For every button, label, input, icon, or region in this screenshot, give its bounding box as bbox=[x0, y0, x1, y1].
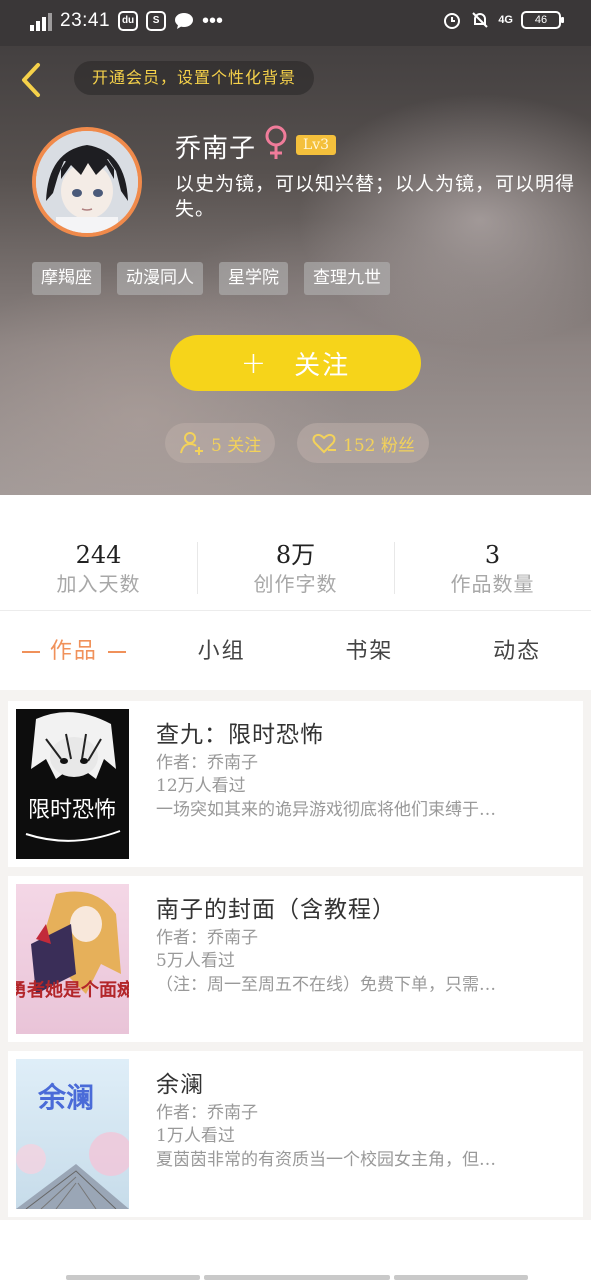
battery-icon: 46 bbox=[521, 11, 564, 29]
profile-header: 23:41 du S ••• 4G 46 开通会员，设置个性化背景 乔南子 Lv… bbox=[0, 0, 591, 495]
plus-icon: + bbox=[240, 345, 269, 381]
stat-value: 244 bbox=[75, 541, 122, 569]
cover-title: 余澜 bbox=[37, 1081, 94, 1114]
profile-tabs: 作品 小组 书架 动态 bbox=[0, 620, 591, 684]
follow-button[interactable]: + 关注 bbox=[170, 335, 421, 391]
work-card[interactable]: 余澜 余澜 作者：乔南子 1万人看过 夏茵茵非常的有资质当一个校园女主角，但… bbox=[8, 1051, 583, 1217]
work-views: 1万人看过 bbox=[156, 1126, 235, 1146]
tag-item[interactable]: 查理九世 bbox=[304, 262, 390, 295]
tab-activity[interactable]: 动态 bbox=[443, 620, 591, 684]
vip-background-banner[interactable]: 开通会员，设置个性化背景 bbox=[74, 61, 315, 95]
works-list: 限时恐怖 查九：限时恐怖 作者：乔南子 12万人看过 一场突如其来的诡异游戏彻底… bbox=[0, 690, 591, 1220]
work-views: 12万人看过 bbox=[156, 776, 246, 796]
mute-bell-icon bbox=[472, 12, 489, 28]
tab-label: 小组 bbox=[197, 639, 246, 664]
tab-works[interactable]: 作品 bbox=[0, 620, 148, 684]
tab-label: 动态 bbox=[493, 639, 542, 664]
level-badge: Lv3 bbox=[296, 135, 336, 155]
username: 乔南子 bbox=[175, 134, 257, 164]
work-card[interactable]: 勇者她是个面瘫 南子的封面（含教程） 作者：乔南子 5万人看过 （注：周一至周五… bbox=[8, 876, 583, 1042]
avatar[interactable] bbox=[32, 127, 142, 237]
alarm-icon bbox=[444, 13, 461, 29]
stat-label: 创作字数 bbox=[253, 572, 338, 596]
tag-item[interactable]: 动漫同人 bbox=[117, 262, 203, 295]
work-description: （注：周一至周五不在线）免费下单，只需… bbox=[156, 975, 496, 995]
more-dots-icon: ••• bbox=[202, 10, 224, 32]
work-views: 5万人看过 bbox=[156, 951, 235, 971]
fans-count: 152 粉丝 bbox=[343, 435, 415, 456]
work-card[interactable]: 限时恐怖 查九：限时恐怖 作者：乔南子 12万人看过 一场突如其来的诡异游戏彻底… bbox=[8, 701, 583, 867]
book-cover: 勇者她是个面瘫 bbox=[16, 884, 129, 1034]
following-count: 5 关注 bbox=[211, 435, 262, 456]
heart-plus-icon bbox=[312, 433, 336, 454]
divider bbox=[0, 610, 591, 611]
profile-stats: 244 加入天数 8万 创作字数 3 作品数量 bbox=[0, 530, 591, 600]
work-title: 南子的封面（含教程） bbox=[156, 897, 396, 923]
signal-icon bbox=[30, 11, 52, 31]
work-author: 作者：乔南子 bbox=[156, 928, 258, 948]
work-author: 作者：乔南子 bbox=[156, 753, 258, 773]
active-indicator bbox=[107, 651, 126, 653]
work-author: 作者：乔南子 bbox=[156, 1103, 258, 1123]
work-title: 查九：限时恐怖 bbox=[156, 722, 324, 748]
tag-item[interactable]: 星学院 bbox=[219, 262, 288, 295]
stat-word-count: 8万 创作字数 bbox=[197, 530, 394, 600]
clock: 23:41 bbox=[60, 10, 111, 31]
back-arrow-icon[interactable] bbox=[18, 60, 48, 100]
network-type: 4G bbox=[498, 14, 513, 26]
tab-groups[interactable]: 小组 bbox=[148, 620, 296, 684]
s-app-icon: S bbox=[146, 11, 167, 31]
avatar-image bbox=[36, 131, 138, 233]
book-cover: 限时恐怖 bbox=[16, 709, 129, 859]
stat-days-joined: 244 加入天数 bbox=[0, 530, 197, 600]
tag-item[interactable]: 摩羯座 bbox=[32, 262, 101, 295]
book-cover: 余澜 bbox=[16, 1059, 129, 1209]
cover-title: 限时恐怖 bbox=[28, 798, 116, 823]
stat-value: 8万 bbox=[275, 541, 316, 569]
scroll-indicator bbox=[66, 1275, 528, 1280]
female-gender-icon bbox=[265, 125, 287, 159]
user-bio: 以史为镜，可以知兴替；以人为镜，可以明得失。 bbox=[175, 173, 576, 220]
follow-label: 关注 bbox=[294, 350, 351, 381]
active-indicator bbox=[21, 651, 40, 653]
work-description: 夏茵茵非常的有资质当一个校园女主角，但… bbox=[156, 1150, 496, 1170]
cover-title: 勇者她是个面瘫 bbox=[16, 979, 129, 1001]
tag-list: 摩羯座 动漫同人 星学院 查理九世 bbox=[32, 262, 390, 295]
fans-count-button[interactable]: 152 粉丝 bbox=[297, 423, 429, 463]
add-person-icon bbox=[180, 432, 203, 455]
chat-bubble-icon bbox=[175, 13, 194, 29]
work-title: 余澜 bbox=[156, 1072, 204, 1098]
stat-works-count: 3 作品数量 bbox=[394, 530, 591, 600]
stat-value: 3 bbox=[484, 541, 501, 569]
status-bar: 23:41 du S ••• 4G 46 bbox=[0, 0, 591, 46]
following-count-button[interactable]: 5 关注 bbox=[165, 423, 276, 463]
work-description: 一场突如其来的诡异游戏彻底将他们束缚于… bbox=[156, 800, 496, 820]
du-app-icon: du bbox=[118, 11, 139, 31]
tab-bookshelf[interactable]: 书架 bbox=[296, 620, 444, 684]
tab-label: 书架 bbox=[345, 639, 394, 664]
stat-label: 作品数量 bbox=[450, 572, 535, 596]
tab-label: 作品 bbox=[49, 639, 98, 664]
stat-label: 加入天数 bbox=[56, 572, 141, 596]
